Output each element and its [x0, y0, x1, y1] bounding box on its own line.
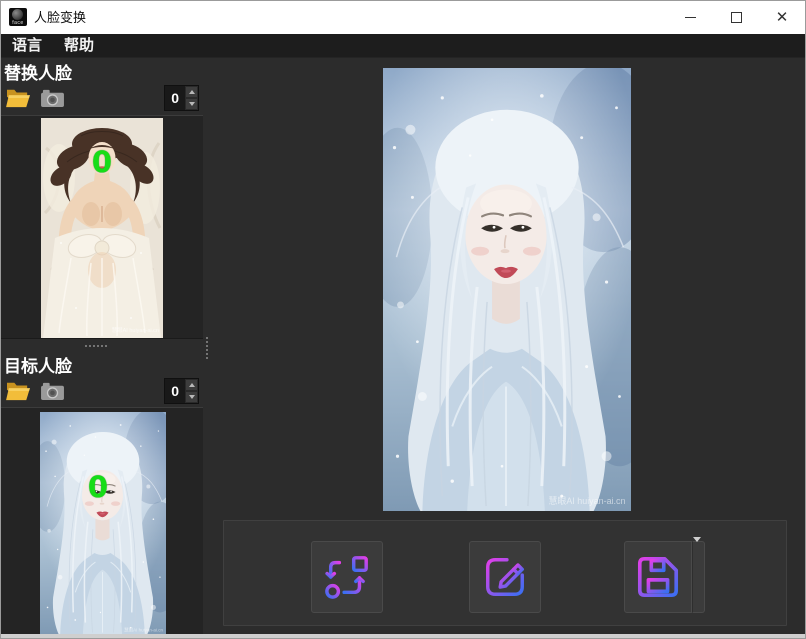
window-controls: ✕	[667, 1, 805, 34]
source-camera-button[interactable]	[38, 85, 66, 110]
minimize-button[interactable]	[667, 1, 713, 34]
edit-icon	[482, 554, 528, 600]
target-face-index-spinner[interactable]: 0	[164, 378, 199, 404]
camera-icon	[40, 380, 65, 401]
camera-icon	[40, 87, 65, 108]
swap-faces-button[interactable]	[311, 541, 383, 613]
save-button[interactable]	[624, 541, 692, 613]
source-spinner-up-button[interactable]	[185, 86, 198, 98]
save-dropdown-button[interactable]	[692, 541, 705, 613]
source-face-image[interactable]: 慧眼AI huiyan-ai.cn 0	[41, 118, 163, 338]
edit-button[interactable]	[469, 541, 541, 613]
save-icon	[635, 554, 681, 600]
maximize-button[interactable]	[713, 1, 759, 34]
target-thumbnail-panel: 0	[1, 407, 203, 634]
swap-faces-icon	[324, 554, 370, 600]
source-panel-title: 替换人脸	[4, 59, 72, 84]
open-folder-icon	[5, 87, 31, 109]
maximize-icon	[731, 12, 742, 23]
target-spinner-value[interactable]: 0	[165, 379, 185, 403]
app-window: face 人脸变换 ✕ 语言 帮助 替换人脸	[0, 0, 806, 639]
open-folder-icon	[5, 380, 31, 402]
menu-help[interactable]: 帮助	[53, 34, 105, 58]
target-camera-button[interactable]	[38, 378, 66, 403]
minimize-icon	[685, 17, 696, 18]
target-open-folder-button[interactable]	[4, 378, 32, 403]
target-spinner-up-button[interactable]	[185, 379, 198, 391]
dropdown-arrow-icon	[693, 537, 701, 559]
source-thumbnail-panel: 慧眼AI huiyan-ai.cn 0	[1, 115, 203, 339]
spinner-down-icon	[189, 102, 195, 106]
app-icon-label: face	[9, 20, 27, 26]
close-icon: ✕	[776, 10, 789, 25]
content-area: 替换人脸 0	[1, 58, 806, 634]
menubar: 语言 帮助	[1, 34, 805, 58]
source-face-index-spinner[interactable]: 0	[164, 85, 199, 111]
target-face-image[interactable]: 0	[40, 412, 166, 634]
app-icon: face	[9, 8, 27, 26]
spinner-down-icon	[189, 395, 195, 399]
close-button[interactable]: ✕	[759, 1, 805, 34]
window-bottom-edge	[1, 634, 805, 639]
source-open-folder-button[interactable]	[4, 85, 32, 110]
target-toolbar: 0	[1, 378, 203, 404]
source-spinner-down-button[interactable]	[185, 98, 198, 110]
vertical-splitter-handle[interactable]	[206, 337, 208, 359]
window-title: 人脸变换	[34, 1, 86, 34]
spinner-up-icon	[189, 383, 195, 387]
source-face-marker: 0	[92, 148, 112, 177]
target-panel-title: 目标人脸	[4, 352, 72, 377]
face-logo-icon	[12, 9, 23, 20]
menu-language[interactable]: 语言	[1, 34, 53, 58]
action-panel	[223, 520, 787, 626]
source-spinner-value[interactable]: 0	[165, 86, 185, 110]
spinner-up-icon	[189, 90, 195, 94]
target-face-marker: 0	[88, 473, 108, 502]
titlebar: face 人脸变换 ✕	[1, 1, 805, 34]
result-preview-image	[383, 68, 631, 511]
target-spinner-down-button[interactable]	[185, 391, 198, 403]
image-watermark: 慧眼AI huiyan-ai.cn	[112, 326, 159, 334]
source-toolbar: 0	[1, 85, 203, 111]
horizontal-splitter-handle[interactable]	[85, 345, 107, 347]
